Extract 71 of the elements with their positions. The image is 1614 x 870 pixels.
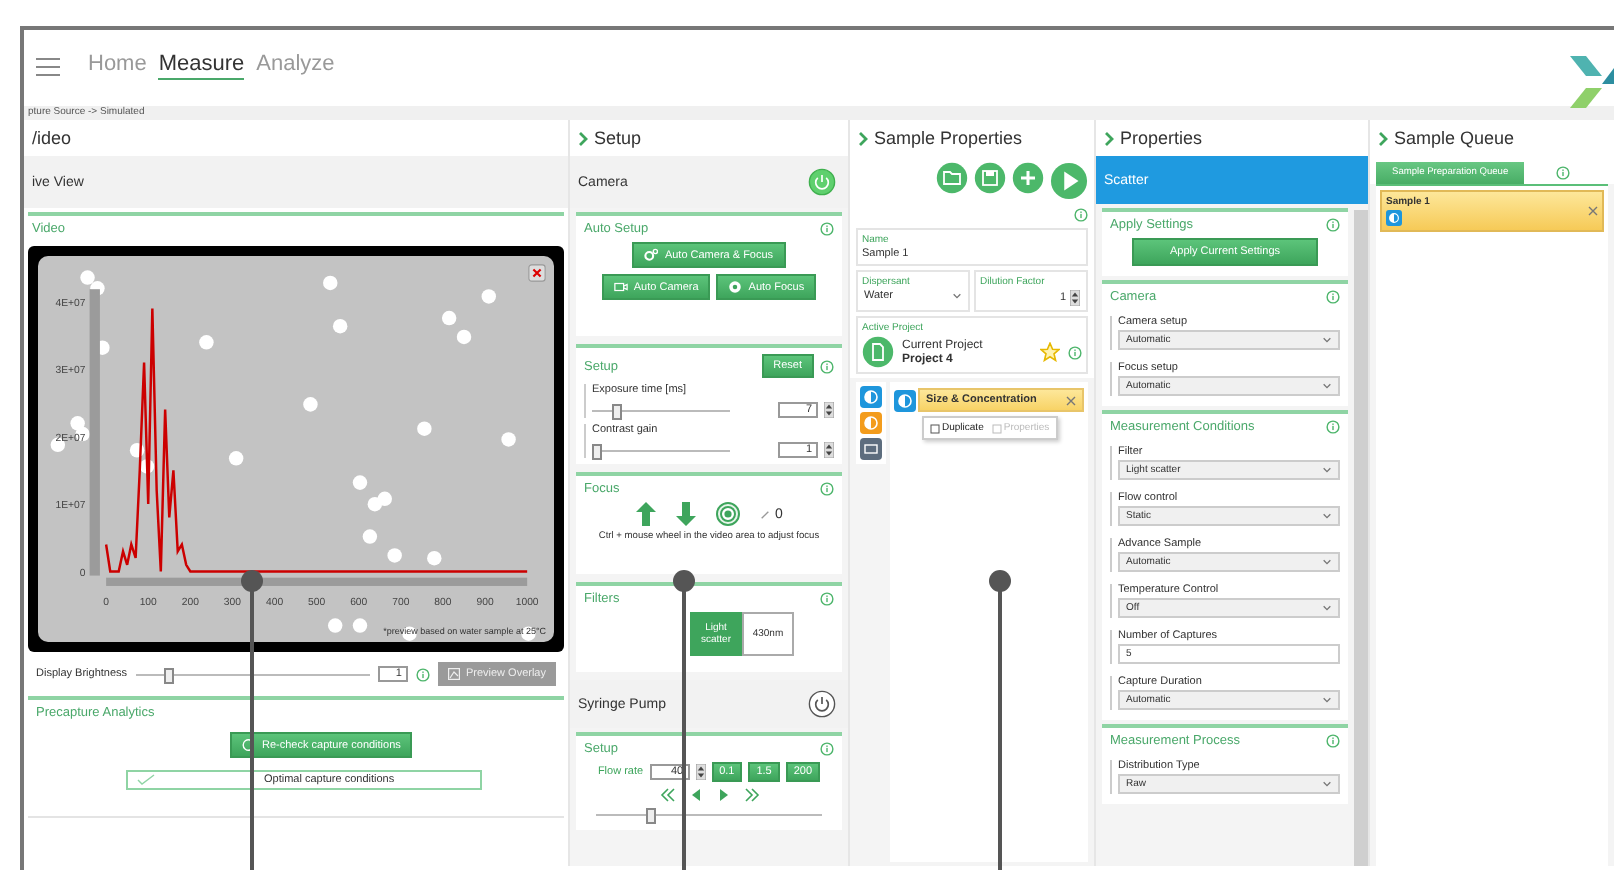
caret-icon — [1322, 696, 1332, 704]
column-title: Sample Queue — [1394, 128, 1515, 148]
menu-icon[interactable] — [36, 57, 60, 75]
play-icon[interactable] — [715, 788, 731, 802]
info-icon[interactable] — [415, 667, 430, 681]
spinner-icon[interactable] — [824, 442, 834, 458]
caret-icon — [1322, 604, 1332, 612]
column-title: Sample Properties — [874, 128, 1023, 148]
fast-forward-icon[interactable] — [743, 788, 759, 802]
arrow-up-icon[interactable] — [635, 502, 656, 526]
pencil-icon — [759, 509, 770, 519]
logo-icon — [1570, 56, 1614, 108]
method-tab[interactable] — [860, 412, 882, 434]
info-icon[interactable] — [1074, 208, 1088, 222]
spinner-icon[interactable] — [1070, 290, 1080, 306]
save-icon[interactable] — [974, 162, 1006, 194]
info-icon[interactable] — [1326, 734, 1340, 748]
column-title: /ideo — [32, 128, 72, 148]
chevron-icon[interactable] — [858, 131, 868, 145]
info-icon[interactable] — [1068, 345, 1082, 359]
chevron-icon[interactable] — [1378, 131, 1388, 145]
copy-icon — [991, 423, 1002, 433]
gears-icon — [644, 248, 659, 262]
camera-icon — [613, 280, 628, 294]
column-title: Setup — [594, 128, 642, 148]
add-icon[interactable] — [1012, 162, 1044, 194]
close-icon[interactable] — [1588, 206, 1598, 216]
info-icon[interactable] — [1556, 166, 1571, 180]
arrow-down-icon[interactable] — [675, 502, 696, 526]
info-icon[interactable] — [820, 222, 834, 236]
range-scrollbar[interactable] — [89, 289, 100, 576]
copy-icon — [930, 423, 940, 433]
caret-icon — [952, 292, 962, 300]
column-title: Properties — [1120, 128, 1203, 148]
info-icon[interactable] — [820, 482, 834, 496]
range-scrollbar[interactable] — [106, 577, 528, 586]
method-tab[interactable] — [860, 386, 882, 408]
chevron-icon[interactable] — [1104, 131, 1114, 145]
chevron-icon[interactable] — [578, 131, 588, 145]
star-icon[interactable] — [1040, 342, 1060, 362]
caret-icon — [1322, 512, 1332, 520]
caret-icon — [1322, 780, 1332, 788]
info-icon[interactable] — [820, 742, 834, 756]
info-icon[interactable] — [1326, 290, 1340, 304]
focus-icon — [728, 280, 743, 294]
drop-icon[interactable] — [894, 389, 916, 411]
nav-tab[interactable]: Measure — [158, 52, 245, 80]
method-tab[interactable] — [860, 438, 882, 460]
info-icon[interactable] — [820, 359, 834, 373]
close-icon[interactable] — [528, 264, 546, 282]
check-icon — [134, 774, 158, 786]
info-icon[interactable] — [1326, 420, 1340, 434]
close-icon[interactable] — [1066, 395, 1076, 405]
image-icon — [447, 668, 460, 680]
spinner-icon[interactable] — [695, 764, 706, 780]
drop-icon — [1386, 210, 1402, 226]
back-icon[interactable] — [687, 788, 703, 802]
scrollbar[interactable] — [1354, 210, 1368, 866]
info-icon[interactable] — [1326, 218, 1340, 232]
document-icon[interactable] — [862, 336, 894, 368]
rewind-icon[interactable] — [659, 788, 675, 802]
target-icon[interactable] — [715, 502, 740, 526]
spinner-icon[interactable] — [824, 402, 834, 418]
info-icon[interactable] — [820, 592, 834, 606]
folder-icon[interactable] — [936, 162, 968, 194]
caret-icon — [1322, 466, 1332, 474]
power-icon[interactable] — [808, 690, 836, 718]
caret-icon — [1322, 336, 1332, 344]
play-icon[interactable] — [1050, 162, 1088, 200]
caret-icon — [1322, 382, 1332, 390]
caret-icon — [1322, 558, 1332, 566]
